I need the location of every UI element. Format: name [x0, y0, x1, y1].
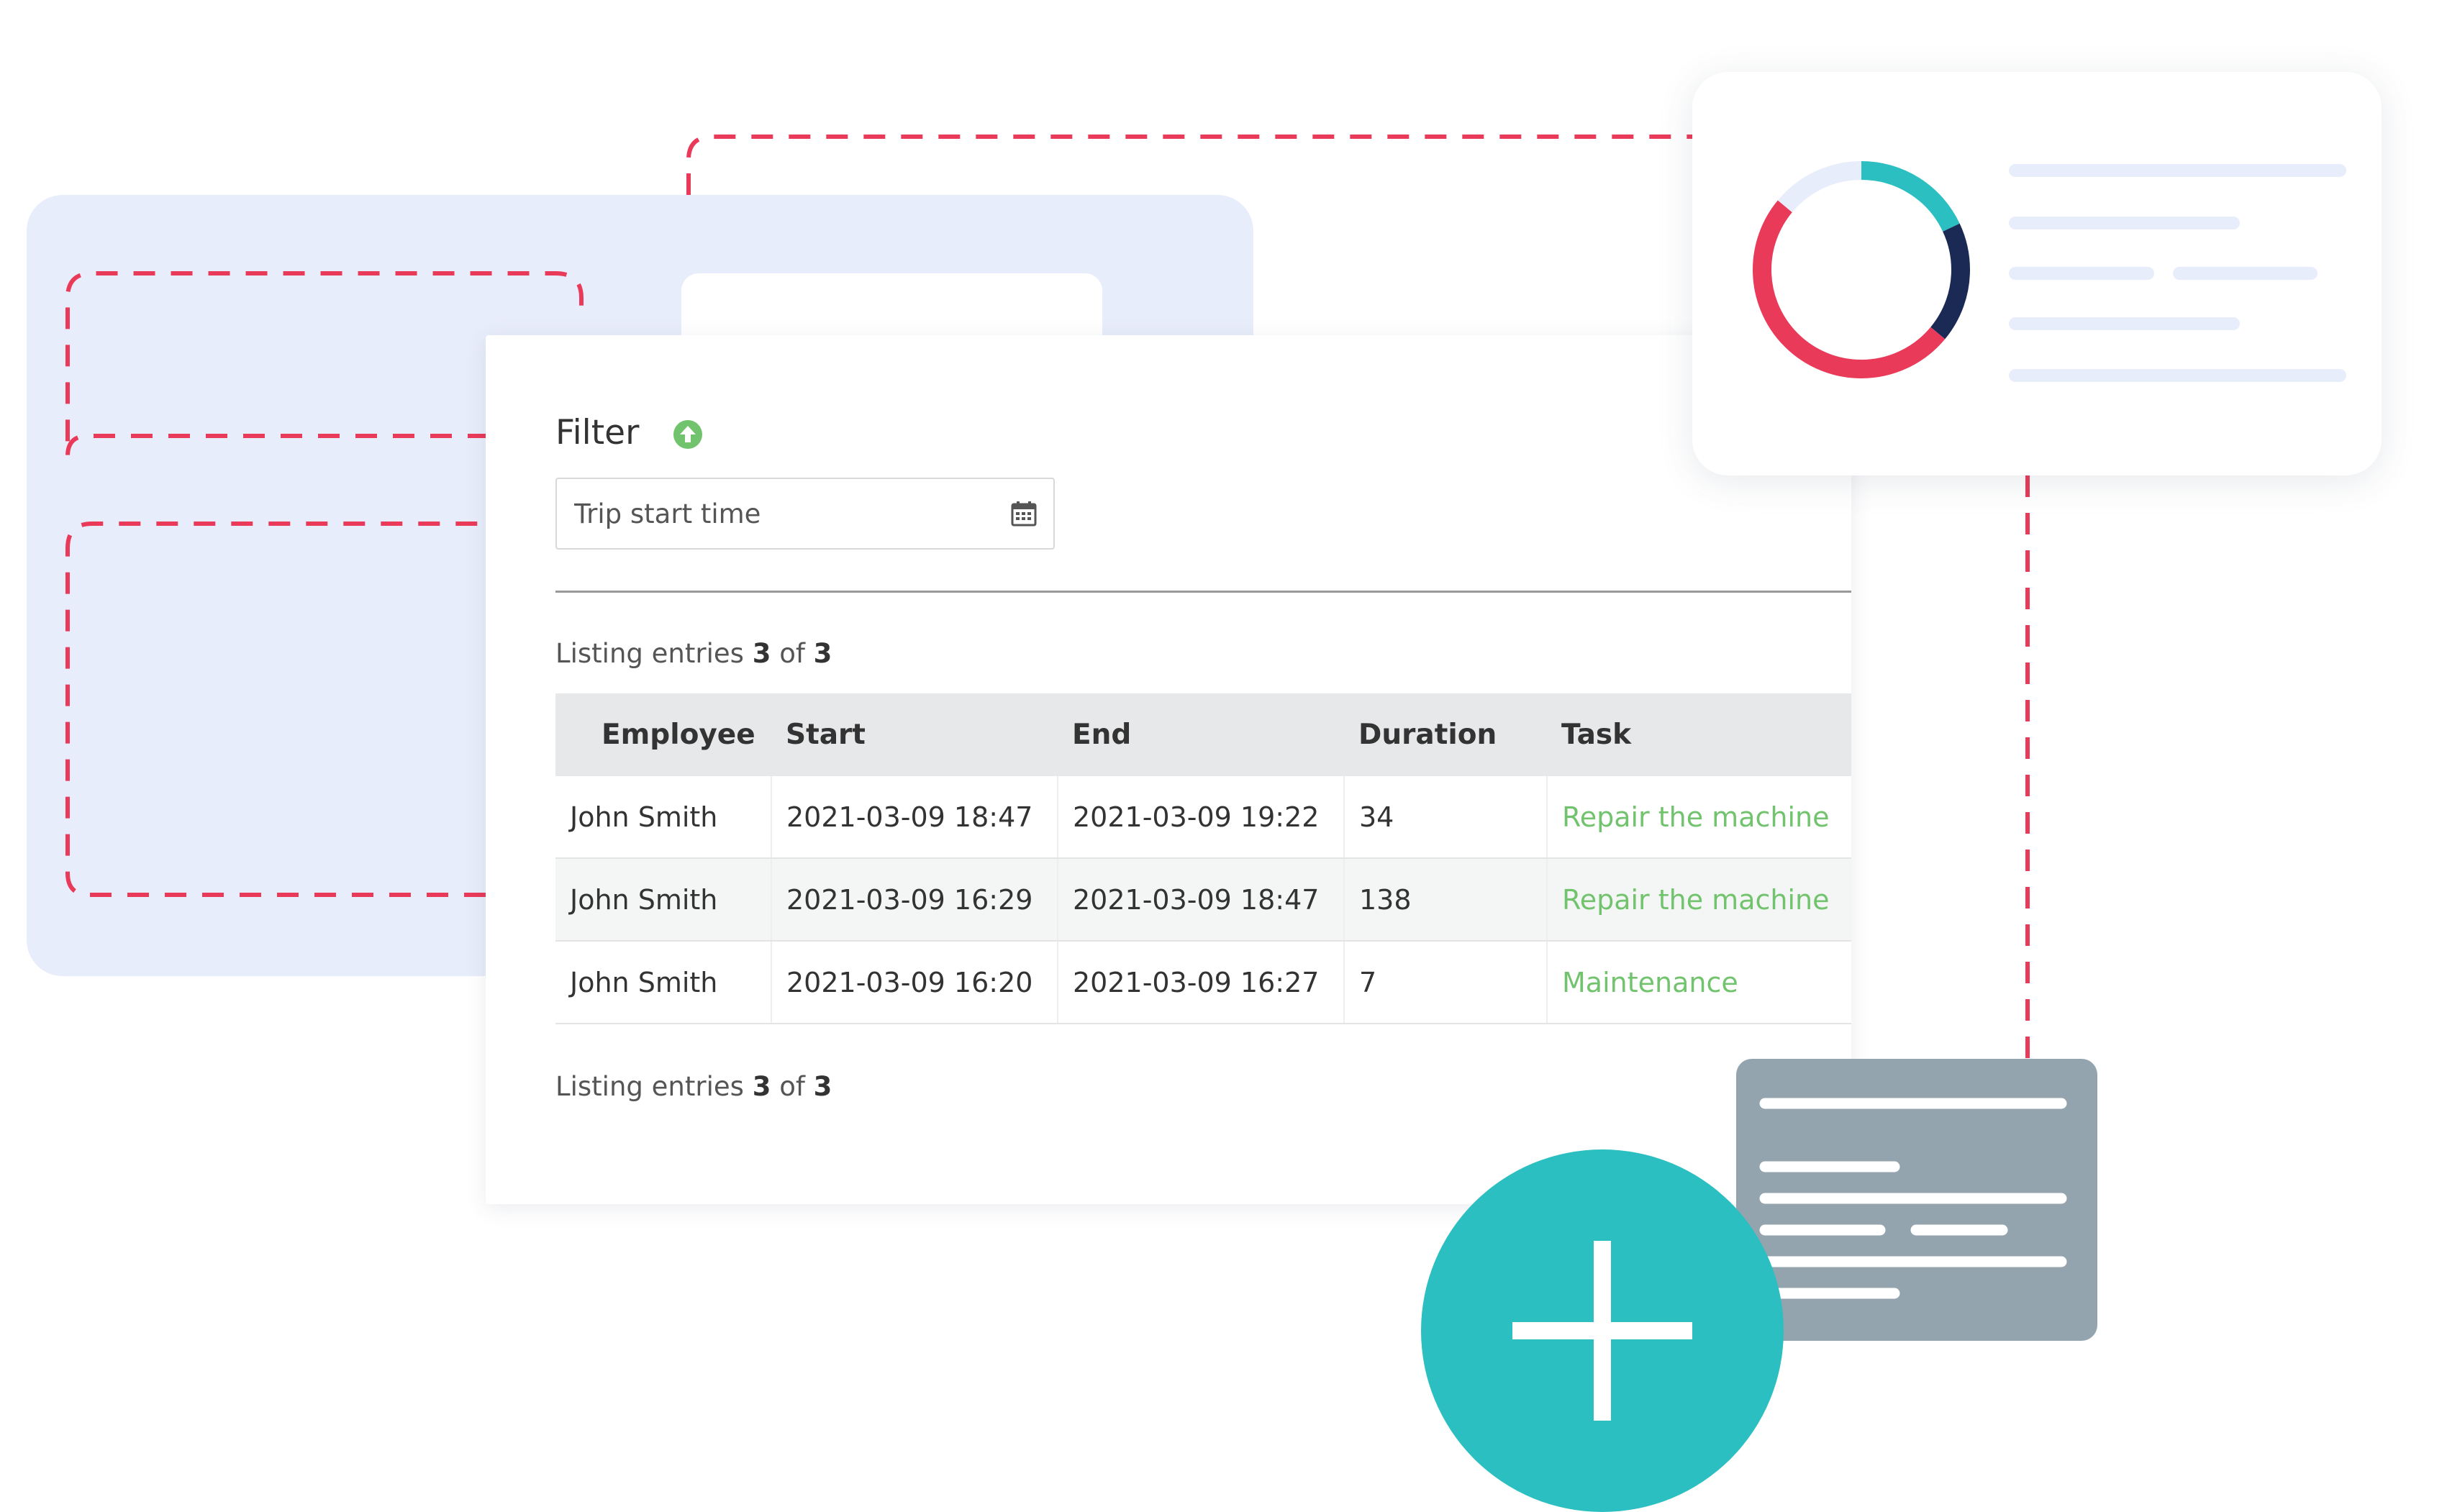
table-row: John Smith 2021-03-09 16:20 2021-03-09 1… [555, 941, 1851, 1024]
filter-divider [555, 591, 1851, 593]
cell-employee: John Smith [555, 941, 772, 1024]
donut-chart [1753, 161, 1970, 378]
listing-summary-top: Listing entries 3 of 3 [555, 638, 832, 669]
cell-end: 2021-03-09 16:27 [1058, 941, 1345, 1024]
listing-summary-bottom: Listing entries 3 of 3 [555, 1071, 832, 1102]
cell-task-link[interactable]: Maintenance [1547, 941, 1851, 1024]
cell-task-link[interactable]: Repair the machine [1547, 858, 1851, 942]
note-card [1736, 1059, 2097, 1341]
cell-end: 2021-03-09 18:47 [1058, 858, 1345, 942]
chart-card [1692, 72, 2382, 475]
cell-employee: John Smith [555, 776, 772, 859]
column-header-start[interactable]: Start [771, 693, 1058, 776]
arrow-up-circle-icon[interactable] [673, 419, 703, 450]
filter-title: Filter [555, 413, 640, 452]
plus-icon [1512, 1241, 1692, 1421]
trip-start-time-field[interactable] [555, 478, 1055, 550]
cell-start: 2021-03-09 16:20 [771, 941, 1058, 1024]
cell-employee: John Smith [555, 858, 772, 942]
cell-end: 2021-03-09 19:22 [1058, 776, 1345, 859]
note-placeholder-lines [1759, 1098, 2067, 1299]
background-tab [681, 273, 1102, 345]
table-header-row: Employee Start End Duration Task [555, 693, 1851, 776]
donut-segments [1753, 161, 1970, 378]
trip-listing-card: Filter Listing entries 3 of 3 Empl [486, 335, 1851, 1204]
table-row: John Smith 2021-03-09 18:47 2021-03-09 1… [555, 776, 1851, 859]
column-header-end[interactable]: End [1058, 693, 1344, 776]
cell-task-link[interactable]: Repair the machine [1547, 776, 1851, 859]
cell-duration: 34 [1344, 776, 1548, 859]
column-header-task[interactable]: Task [1547, 693, 1851, 776]
calendar-icon[interactable] [1010, 500, 1038, 527]
cell-duration: 138 [1344, 858, 1548, 942]
cell-start: 2021-03-09 18:47 [771, 776, 1058, 859]
table-row: John Smith 2021-03-09 16:29 2021-03-09 1… [555, 858, 1851, 942]
add-button[interactable] [1421, 1149, 1784, 1512]
dashed-connector-top [686, 135, 1692, 195]
trips-table: Employee Start End Duration Task John Sm… [555, 693, 1851, 1024]
text-placeholder-lines [2009, 164, 2346, 382]
column-header-duration[interactable]: Duration [1344, 693, 1547, 776]
cell-start: 2021-03-09 16:29 [771, 858, 1058, 942]
cell-duration: 7 [1344, 941, 1548, 1024]
column-header-employee[interactable]: Employee [555, 693, 771, 776]
trip-start-time-input[interactable] [573, 497, 1010, 530]
